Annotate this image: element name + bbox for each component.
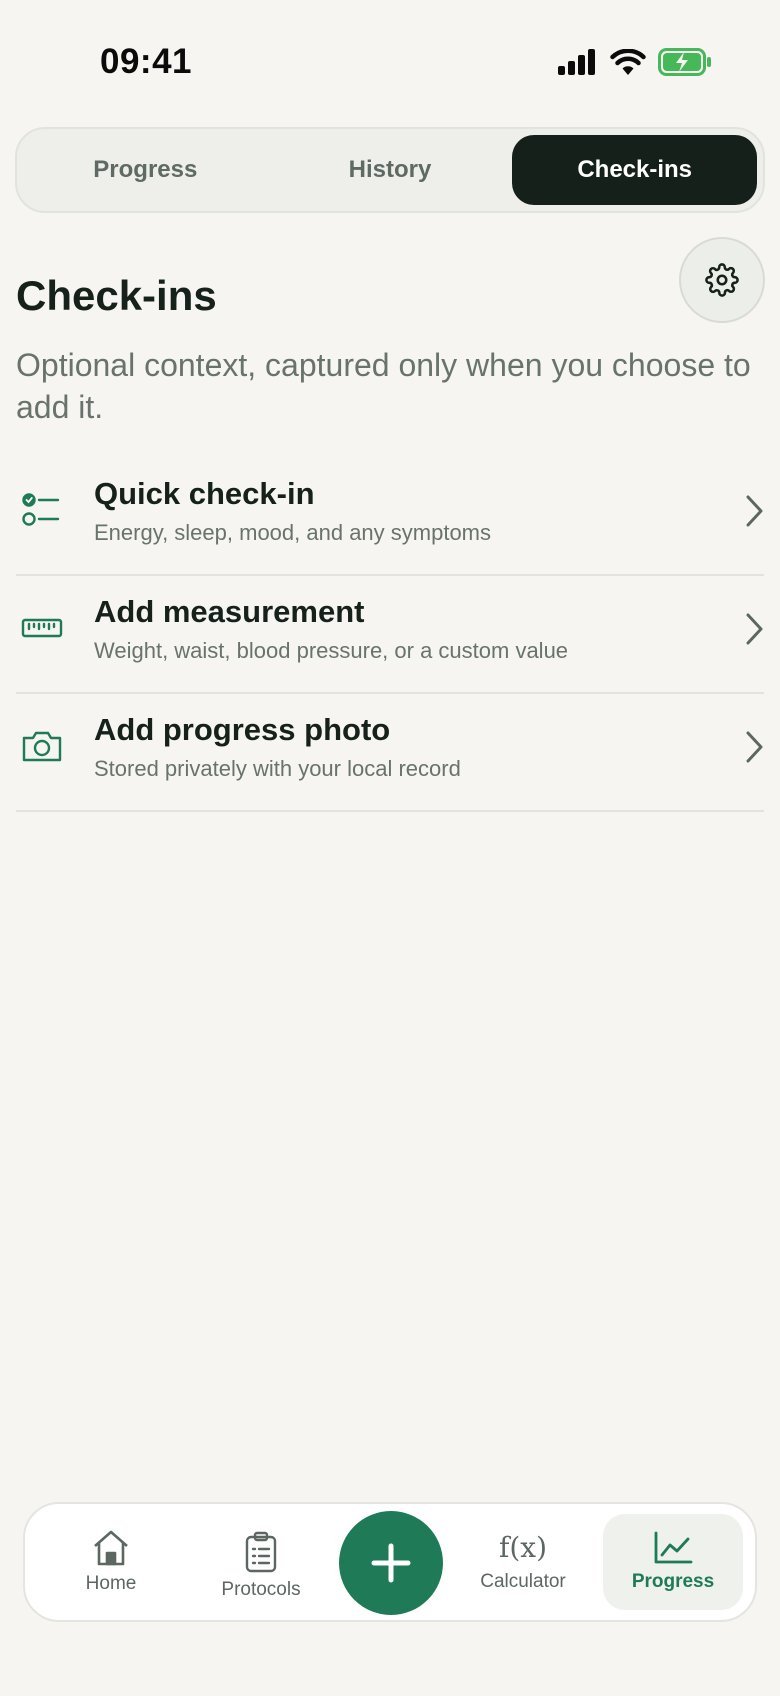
function-icon: f(x) xyxy=(498,1531,547,1564)
battery-charging-icon xyxy=(658,48,711,76)
ruler-icon xyxy=(20,606,64,650)
status-bar: 09:41 xyxy=(0,0,780,120)
action-description: Stored privately with your local record xyxy=(94,756,461,781)
clipboard-icon xyxy=(245,1531,277,1573)
add-progress-photo-item[interactable]: Add progress photo Stored privately with… xyxy=(16,694,764,812)
action-title: Add measurement xyxy=(94,594,365,629)
tab-label: Calculator xyxy=(480,1571,566,1592)
page-subtitle: Optional context, captured only when you… xyxy=(16,347,751,425)
settings-button[interactable] xyxy=(679,237,765,323)
tab-progress[interactable]: Progress xyxy=(603,1514,743,1610)
tab-label: Progress xyxy=(631,1571,715,1592)
status-icons xyxy=(558,48,712,76)
action-title: Add progress photo xyxy=(94,712,391,747)
status-time: 09:41 xyxy=(100,42,193,81)
chevron-right-icon xyxy=(746,613,763,645)
tab-label: Protocols xyxy=(221,1579,301,1600)
chevron-right-icon xyxy=(746,495,763,527)
tab-protocols[interactable]: Protocols xyxy=(191,1518,331,1614)
cellular-signal-icon xyxy=(558,49,595,75)
page-title: Check-ins xyxy=(16,272,217,319)
add-button[interactable] xyxy=(339,1511,443,1615)
quick-check-in-item[interactable]: Quick check-in Energy, sleep, mood, and … xyxy=(16,458,764,576)
camera-icon xyxy=(20,724,64,768)
chevron-right-icon xyxy=(746,731,763,763)
chart-icon xyxy=(654,1531,693,1564)
view-segmented-control: Progress History Check-ins xyxy=(15,127,765,213)
wifi-icon xyxy=(610,49,646,75)
segment-history[interactable]: History xyxy=(268,135,513,205)
segment-progress[interactable]: Progress xyxy=(23,135,268,205)
gear-icon xyxy=(705,263,739,297)
check-in-actions-list: Quick check-in Energy, sleep, mood, and … xyxy=(16,458,764,812)
home-icon xyxy=(94,1530,128,1566)
tab-label: Home xyxy=(85,1573,137,1594)
bottom-tab-bar: Home Protocols f(x) Calculator Progress xyxy=(23,1502,757,1622)
plus-icon xyxy=(371,1543,411,1583)
tab-calculator[interactable]: f(x) Calculator xyxy=(453,1514,593,1610)
tab-home[interactable]: Home xyxy=(41,1514,181,1610)
action-description: Energy, sleep, mood, and any symptoms xyxy=(94,520,492,545)
action-title: Quick check-in xyxy=(94,476,315,511)
add-measurement-item[interactable]: Add measurement Weight, waist, blood pre… xyxy=(16,576,764,694)
segment-check-ins[interactable]: Check-ins xyxy=(512,135,758,205)
checklist-icon xyxy=(20,488,64,532)
action-description: Weight, waist, blood pressure, or a cust… xyxy=(94,638,569,663)
